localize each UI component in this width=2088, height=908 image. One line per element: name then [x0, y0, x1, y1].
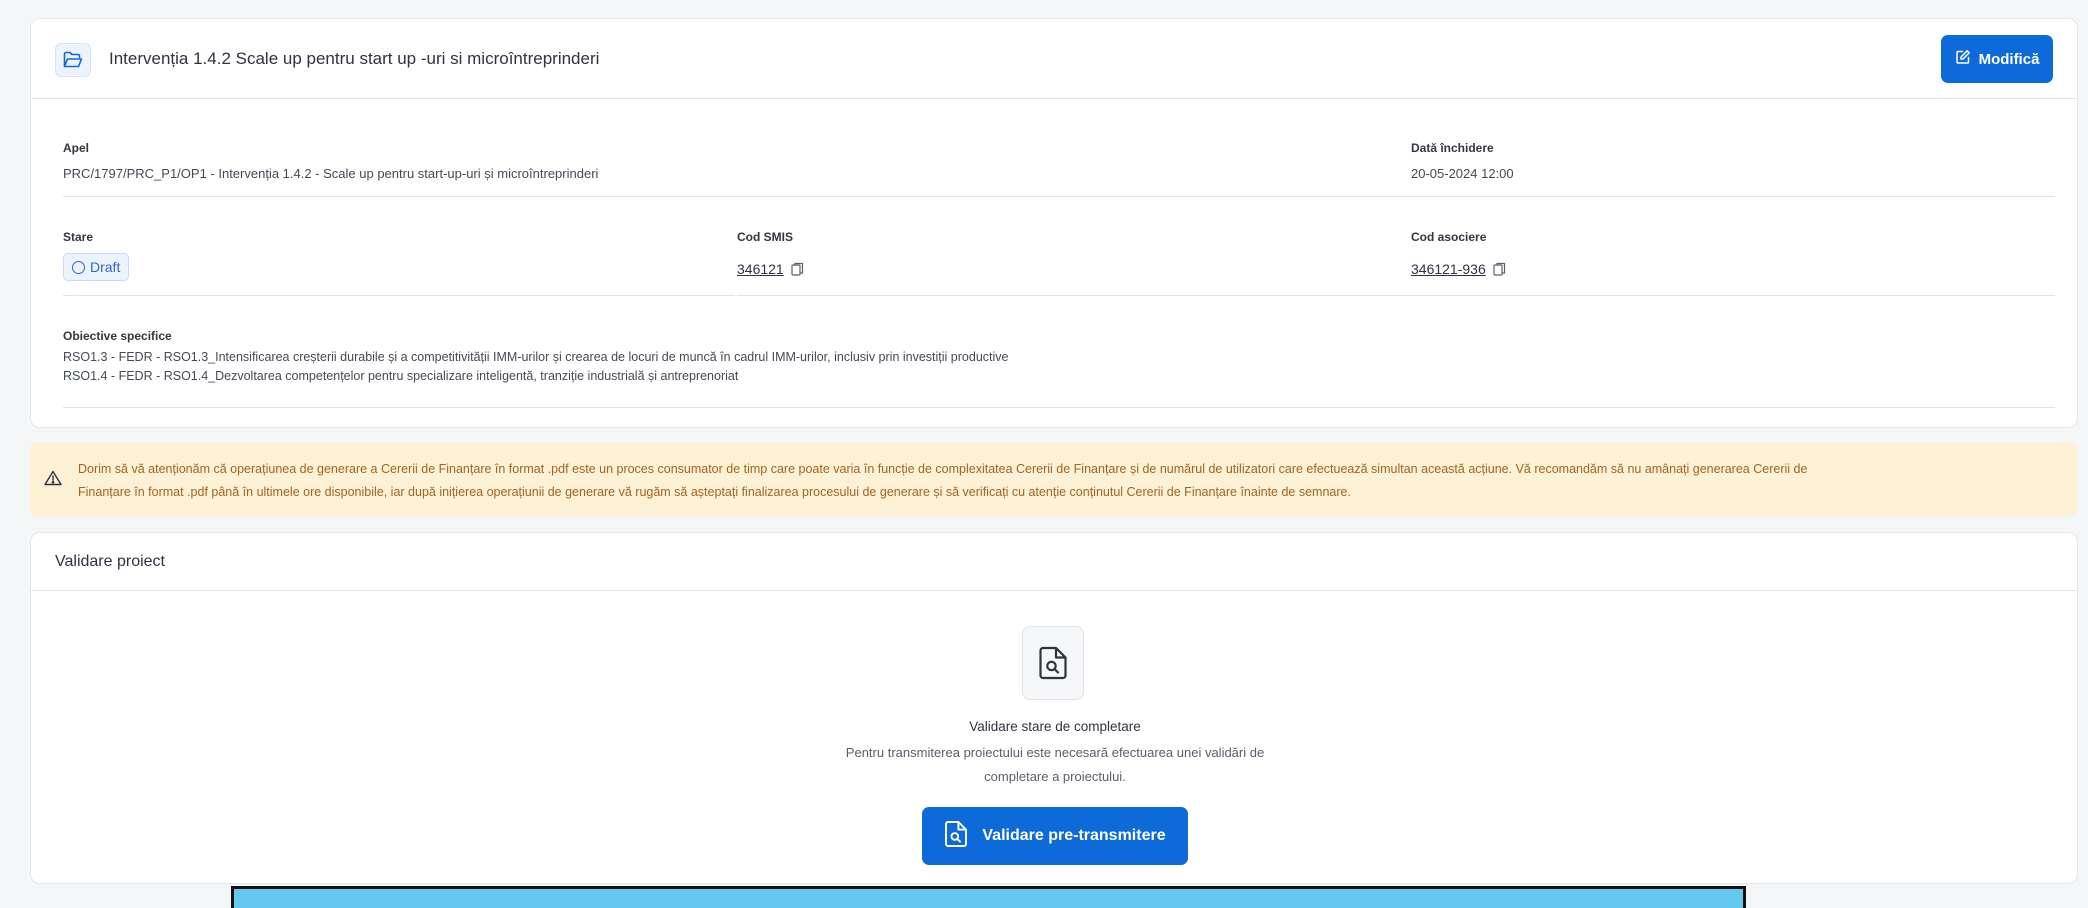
validation-description-line: completare a proiectului.	[984, 769, 1126, 784]
stare-label: Stare	[63, 230, 94, 244]
divider	[63, 407, 2055, 408]
page: Intervenția 1.4.2 Scale up pentru start …	[0, 0, 2088, 908]
validation-title: Validare stare de completare	[969, 719, 1141, 734]
cod-asociere-label: Cod asociere	[1411, 230, 1487, 244]
circle-icon	[72, 260, 85, 274]
divider	[63, 196, 1411, 197]
data-inchidere-label: Dată închidere	[1411, 141, 1494, 155]
cod-smis-field: Cod SMIS 346121	[737, 230, 804, 280]
cod-asociere-value[interactable]: 346121-936	[1411, 261, 1486, 277]
folder-open-icon	[55, 43, 91, 77]
project-title: Intervenția 1.4.2 Scale up pentru start …	[109, 49, 600, 68]
copy-icon[interactable]	[791, 262, 804, 280]
cod-smis-row: 346121	[737, 261, 804, 280]
project-card-header: Intervenția 1.4.2 Scale up pentru start …	[31, 19, 2077, 99]
data-inchidere-value: 20-05-2024 12:00	[1411, 166, 1514, 181]
highlight-bar	[231, 886, 1746, 908]
warning-banner: Dorim să vă atenționăm că operațiunea de…	[30, 442, 2078, 516]
status-badge-label: Draft	[90, 259, 121, 275]
cod-smis-value[interactable]: 346121	[737, 261, 784, 277]
obiective-label: Obiective specifice	[63, 329, 172, 343]
obiectiv-item: RSO1.3 - FEDR - RSO1.3_Intensificarea cr…	[63, 350, 1009, 364]
warning-text: Dorim să vă atenționăm că operațiunea de…	[78, 458, 2063, 504]
document-search-icon	[1022, 626, 1084, 700]
status-badge: Draft	[63, 253, 130, 281]
data-inchidere-field: Dată închidere 20-05-2024 12:00	[1411, 141, 1514, 181]
apel-field: Apel PRC/1797/PRC_P1/OP1 - Intervenția 1…	[63, 141, 598, 181]
divider	[1411, 196, 2055, 197]
warning-line: Finanțare în format .pdf până în ultimel…	[78, 485, 1351, 499]
cod-asociere-row: 346121-936	[1411, 261, 1506, 280]
apel-label: Apel	[63, 141, 90, 155]
validation-description: Pentru transmiterea proiectului este nec…	[815, 741, 1295, 789]
obiectiv-item: RSO1.4 - FEDR - RSO1.4_Dezvoltarea compe…	[63, 369, 739, 383]
validation-section-title: Validare proiect	[31, 533, 2077, 591]
validation-description-line: Pentru transmiterea proiectului este nec…	[845, 745, 1265, 760]
obiective-field: Obiective specifice RSO1.3 - FEDR - RSO1…	[63, 329, 1008, 383]
validation-card: Validare proiect Validare stare de compl…	[30, 532, 2078, 884]
edit-icon	[1955, 49, 1971, 69]
divider	[1411, 295, 2055, 296]
warning-triangle-icon	[44, 470, 62, 491]
validate-button-label: Validare pre-transmitere	[982, 827, 1166, 844]
divider	[63, 295, 735, 296]
document-search-icon	[944, 820, 968, 853]
warning-line: Dorim să vă atenționăm că operațiunea de…	[78, 462, 1808, 476]
modify-button-label: Modifică	[1978, 50, 2040, 68]
apel-value: PRC/1797/PRC_P1/OP1 - Intervenția 1.4.2 …	[63, 166, 599, 181]
cod-smis-label: Cod SMIS	[737, 230, 793, 244]
cod-asociere-field: Cod asociere 346121-936	[1411, 230, 1506, 280]
project-card: Intervenția 1.4.2 Scale up pentru start …	[30, 18, 2078, 428]
validate-pre-transmit-button[interactable]: Validare pre-transmitere	[922, 807, 1188, 865]
modify-button[interactable]: Modifică	[1941, 35, 2053, 83]
stare-field: Stare Draft	[63, 230, 130, 281]
divider	[737, 295, 1411, 296]
copy-icon[interactable]	[1493, 262, 1506, 280]
